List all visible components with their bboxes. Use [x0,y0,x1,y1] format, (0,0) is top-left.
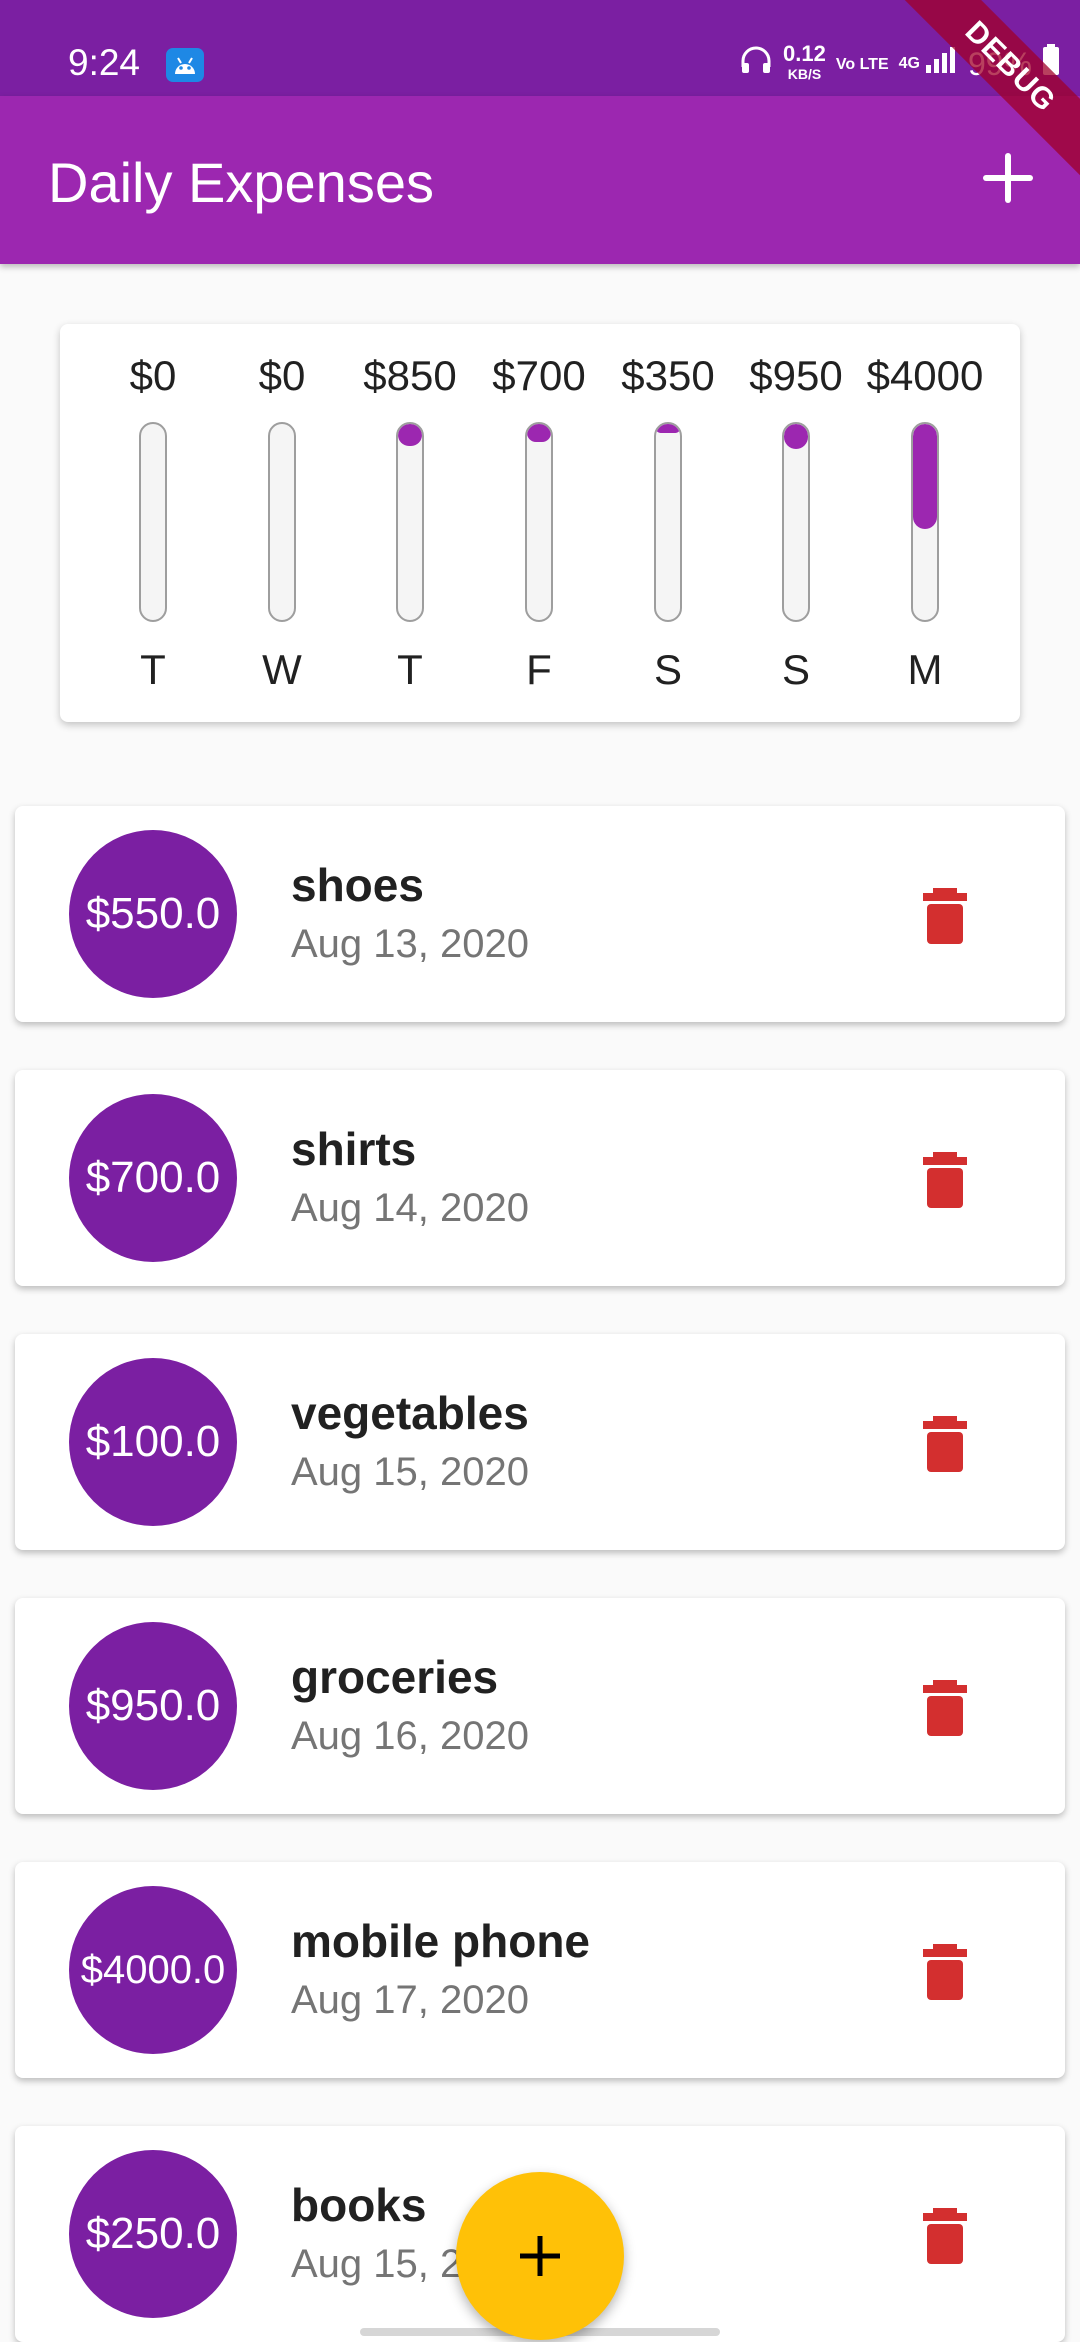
add-transaction-button[interactable] [976,146,1040,210]
transaction-card: $4000.0 mobile phone Aug 17, 2020 [15,1862,1065,2078]
net-speed: 0.12 KB/S [783,41,826,83]
chart-bar-column: $950 S [736,324,856,722]
bar-track [268,422,296,622]
transaction-title: groceries [291,1651,499,1703]
transaction-date: Aug 13, 2020 [291,922,529,966]
trash-icon [923,2208,967,2264]
trash-icon [923,1416,967,1472]
bar-track [782,422,810,622]
transaction-card: $950.0 groceries Aug 16, 2020 [15,1598,1065,1814]
transaction-title: shoes [291,859,424,911]
bar-day-label: F [526,646,552,693]
app-bar: Daily Expenses [0,96,1080,264]
transaction-date: Aug 17, 2020 [291,1978,529,2022]
status-bar: 9:24 0.12 KB/S Vo LTE 4G [0,0,1080,96]
chart-bar-column: $850 T [350,324,470,722]
page-title: Daily Expenses [48,151,434,214]
transaction-date: Aug 14, 2020 [291,1186,529,1230]
android-notification-icon [166,48,204,82]
bar-day-label: T [140,646,166,693]
transaction-card: $100.0 vegetables Aug 15, 2020 [15,1334,1065,1550]
signal-icon [924,45,958,83]
bar-fill [913,424,937,529]
add-icon [520,2236,560,2276]
bar-track [911,422,939,622]
chart-bar-column: $4000 M [865,324,985,722]
delete-button[interactable] [915,1414,975,1474]
trash-icon [923,1944,967,2000]
transaction-title: vegetables [291,1387,529,1439]
bar-day-label: M [907,646,943,693]
transaction-date: Aug 16, 2020 [291,1714,529,1758]
add-fab-button[interactable] [456,2172,624,2340]
bar-day-label: S [653,646,682,693]
amount-avatar: $950.0 [69,1622,237,1790]
bar-track [139,422,167,622]
bar-fill [784,424,808,449]
delete-button[interactable] [915,1150,975,1210]
weekly-chart: $0 T $0 W $850 T $700 F $350 S $950 S $4… [60,324,1020,722]
delete-button[interactable] [915,1678,975,1738]
trash-icon [923,888,967,944]
amount-avatar: $250.0 [69,2150,237,2318]
delete-button[interactable] [915,1942,975,2002]
bar-fill [398,424,422,446]
amount-avatar: $4000.0 [69,1886,237,2054]
network-type: 4G [898,55,920,72]
status-time: 9:24 [68,42,141,83]
transaction-title: books [291,2179,427,2231]
chart-bar-column: $0 T [93,324,213,722]
volte-indicator: Vo LTE [835,55,889,73]
transaction-card: $550.0 shoes Aug 13, 2020 [15,806,1065,1022]
bar-day-label: W [262,646,302,693]
trash-icon [923,1680,967,1736]
delete-button[interactable] [915,2206,975,2266]
bar-track [654,422,682,622]
bar-day-label: S [781,646,810,693]
amount-avatar: $700.0 [69,1094,237,1262]
amount-avatar: $550.0 [69,830,237,998]
bar-day-label: T [397,646,423,693]
bar-track [396,422,424,622]
transaction-title: shirts [291,1123,417,1175]
add-icon [983,153,1033,203]
bar-fill [527,424,551,442]
bar-amount-label: $4000 [866,352,984,399]
bar-fill [656,424,680,433]
headphones-icon [739,45,773,83]
chart-bar-column: $700 F [479,324,599,722]
bar-track [525,422,553,622]
amount-avatar: $100.0 [69,1358,237,1526]
transaction-date: Aug 15, 2020 [291,1450,529,1494]
transaction-title: mobile phone [291,1915,590,1967]
trash-icon [923,1152,967,1208]
chart-bar-column: $0 W [222,324,342,722]
chart-bar-column: $350 S [608,324,728,722]
transaction-card: $700.0 shirts Aug 14, 2020 [15,1070,1065,1286]
delete-button[interactable] [915,886,975,946]
